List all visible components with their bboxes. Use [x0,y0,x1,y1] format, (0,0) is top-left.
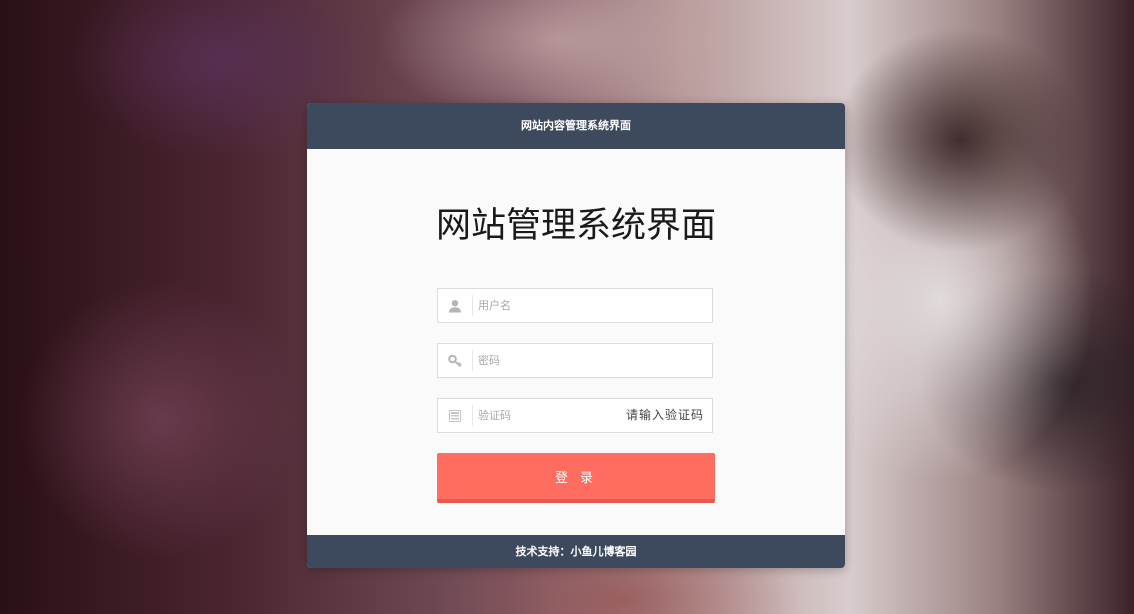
captcha-icon [438,399,472,432]
page-title: 网站管理系统界面 [435,206,716,246]
field-divider [472,405,473,426]
field-divider [472,295,473,316]
username-field[interactable] [437,288,713,323]
captcha-field[interactable]: 请输入验证码 [437,398,713,433]
login-button[interactable]: 登 录 [437,453,715,503]
user-icon [438,289,472,322]
key-icon [438,344,472,377]
username-input[interactable] [478,289,628,322]
field-divider [472,350,473,371]
login-panel: 网站内容管理系统界面 网站管理系统界面 用户名 验证码 请输入验证码 登 录 技… [307,103,845,568]
captcha-image-text[interactable]: 请输入验证码 [626,399,704,432]
captcha-input[interactable] [478,399,628,432]
password-input[interactable] [478,344,628,377]
password-field[interactable] [437,343,713,378]
panel-footer: 技术支持：小鱼儿博客园 [307,535,845,568]
panel-header: 网站内容管理系统界面 [307,103,845,149]
